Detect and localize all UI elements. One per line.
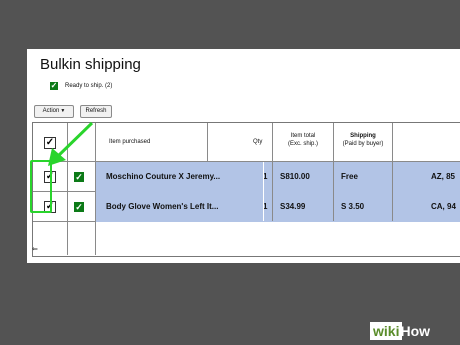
watermark-prefix: wiki: [370, 322, 403, 340]
pointer-arrow-icon: [48, 121, 94, 166]
wikihow-watermark: wikiHow: [370, 322, 430, 341]
watermark-suffix: How: [400, 323, 431, 339]
